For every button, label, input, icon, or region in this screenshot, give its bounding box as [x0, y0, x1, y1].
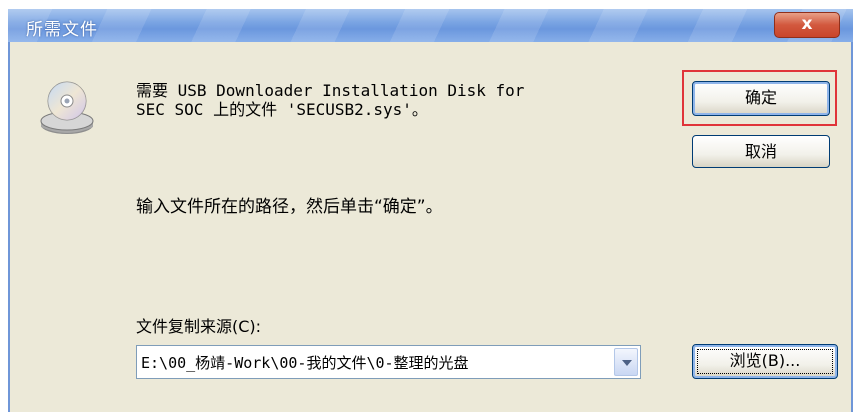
window-title: 所需文件 [26, 20, 98, 40]
close-icon: x [801, 14, 813, 34]
title-bar[interactable]: 所需文件 x [8, 9, 853, 42]
message-line-1: 需要 USB Downloader Installation Disk for [136, 81, 525, 100]
copy-source-combobox[interactable]: E:\00_杨靖-Work\00-我的文件\0-整理的光盘 [136, 345, 641, 379]
chevron-down-icon[interactable] [614, 348, 638, 376]
required-file-message: 需要 USB Downloader Installation Disk for S… [136, 81, 524, 119]
close-button[interactable]: x [774, 12, 840, 38]
message-line-2: SEC SOC 上的文件 'SECUSB2.sys'。 [136, 100, 428, 119]
browse-button-label: 浏览(B)... [729, 351, 801, 370]
ok-button[interactable]: 确定 [692, 81, 830, 116]
required-files-dialog: 所需文件 x 需要 USB Downloader Installation Di… [8, 9, 853, 412]
copy-source-value[interactable]: E:\00_杨靖-Work\00-我的文件\0-整理的光盘 [141, 352, 619, 373]
cd-drive-icon [40, 81, 94, 134]
browse-button[interactable]: 浏览(B)... [692, 344, 838, 379]
instruction-text: 输入文件所在的路径，然后单击“确定”。 [136, 197, 443, 217]
copy-source-label: 文件复制来源(C): [136, 317, 262, 336]
cancel-button[interactable]: 取消 [692, 135, 830, 168]
